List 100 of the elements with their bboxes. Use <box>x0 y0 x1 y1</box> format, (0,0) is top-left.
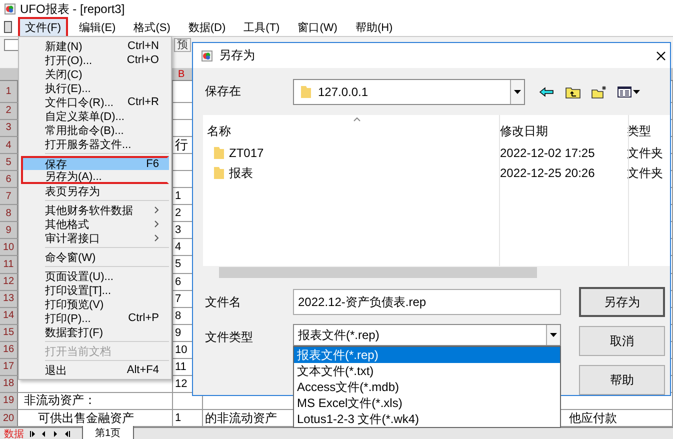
row-number: 5 <box>0 154 18 170</box>
folder-icon <box>213 166 225 180</box>
table-cell: 6 <box>175 276 182 288</box>
menu-bar-item[interactable]: 数据(D) <box>181 16 233 38</box>
row-number: 16 <box>0 342 18 358</box>
menu-bar-item[interactable]: 窗口(W) <box>290 16 344 38</box>
menu-item[interactable]: 保存 F6 <box>21 156 169 170</box>
table-cell: 3 <box>175 224 182 236</box>
file-name-field[interactable]: 2022.12-资产负债表.rep <box>293 289 561 315</box>
menu-item[interactable]: 退出 Alt+F4 <box>21 363 169 377</box>
table-cell-text: 他应付款 <box>568 410 617 426</box>
table-cell: 7 <box>175 292 182 305</box>
menu-item[interactable]: 另存为(A)... <box>21 170 169 184</box>
file-type-option[interactable]: 文本文件(*.txt) <box>294 363 560 379</box>
menu-item[interactable]: 打开(O)... Ctrl+O <box>21 53 169 67</box>
row-number: 9 <box>0 222 18 238</box>
table-cell: 4 <box>175 241 182 254</box>
column-header: B <box>177 69 186 80</box>
modified-date: 2022-12-25 20:26 <box>499 166 596 180</box>
modified-date: 2022-12-02 17:25 <box>499 146 596 160</box>
sort-caret-icon <box>353 117 361 122</box>
dialog-button[interactable]: 另存为 <box>579 287 665 317</box>
row-number: 7 <box>0 188 18 204</box>
menu-item[interactable]: 命令窗(W) <box>21 250 169 264</box>
menu-item[interactable]: 表页另存为 <box>21 184 169 198</box>
window-title: UFO报表 - [report3] <box>20 0 125 18</box>
toolbar-button[interactable]: 预 <box>174 38 191 52</box>
table-cell: 9 <box>175 326 182 339</box>
new-folder-icon[interactable] <box>591 84 607 99</box>
menu-bar-item[interactable]: 编辑(E) <box>72 16 123 38</box>
row-number: 14 <box>0 308 18 324</box>
view-menu-icon[interactable] <box>617 84 641 99</box>
menu-item[interactable]: 打印(P)... Ctrl+P <box>21 311 169 325</box>
file-type-option[interactable]: Access文件(*.mdb) <box>294 379 560 395</box>
dropdown-arrow-icon[interactable] <box>514 90 521 94</box>
folder-item[interactable]: 报表 <box>203 164 495 182</box>
table-cell: 1 <box>175 190 182 202</box>
row-number: 4 <box>0 137 18 154</box>
menu-item[interactable]: 关闭(C) <box>21 67 169 81</box>
row-number: 1 <box>0 81 18 102</box>
sheet-tab[interactable]: 第1页 <box>82 426 134 439</box>
file-type-option[interactable]: MS Excel文件(*.xls) <box>294 395 560 411</box>
row-number: 18 <box>0 376 18 392</box>
table-cell: 10 <box>175 344 188 356</box>
table-cell: 8 <box>175 310 182 322</box>
file-type-dropdown[interactable]: 报表文件(*.rep) <box>293 324 561 346</box>
menu-item[interactable]: 审计署接口 <box>21 231 169 245</box>
menu-item[interactable]: 文件口令(R)... Ctrl+R <box>21 95 169 109</box>
folder-icon <box>213 146 225 160</box>
row-number: 6 <box>0 171 18 188</box>
back-arrow-icon[interactable] <box>539 84 555 99</box>
column-header[interactable]: 修改日期 <box>495 122 623 140</box>
column-header[interactable]: 名称 <box>203 122 495 140</box>
menu-bar-item[interactable]: 帮助(H) <box>348 16 400 38</box>
folder-item[interactable]: ZT017 <box>203 146 495 160</box>
menu-item[interactable]: 常用批命令(B)... <box>21 123 169 137</box>
save-in-dropdown[interactable]: 127.0.0.1 <box>293 78 525 105</box>
row-number: 19 <box>0 392 18 409</box>
file-type-option[interactable]: 报表文件(*.rep) <box>294 347 560 363</box>
menu-bar-item[interactable]: 工具(T) <box>236 16 287 38</box>
document-icon <box>4 21 12 33</box>
menu-item[interactable]: 其他财务软件数据 <box>21 203 169 217</box>
folder-icon <box>300 84 312 99</box>
dropdown-arrow-icon[interactable] <box>550 333 557 337</box>
row-number: 12 <box>0 274 18 290</box>
file-name-label: 文件名 <box>205 294 242 311</box>
menu-item[interactable]: 其他格式 <box>21 217 169 231</box>
menu-bar-item[interactable]: 文件(F) <box>18 16 68 38</box>
dialog-title: 另存为 <box>219 47 255 64</box>
table-cell-text: 的非流动资产 <box>204 410 277 426</box>
row-number: 15 <box>0 324 18 341</box>
table-cell-text: 非流动资产： <box>23 392 96 409</box>
menu-item[interactable]: 新建(N) Ctrl+N <box>21 39 169 53</box>
row-number: 2 <box>0 102 18 119</box>
menu-item[interactable]: 页面设置(U)... <box>21 269 169 283</box>
menu-item[interactable]: 打开服务器文件... <box>21 137 169 151</box>
row-number: 8 <box>0 205 18 222</box>
row-number: 13 <box>0 290 18 307</box>
file-type-option[interactable]: Lotus1-2-3 文件(*.wk4) <box>294 411 560 427</box>
table-cell: 11 <box>175 360 186 373</box>
row-number: 11 <box>0 256 18 272</box>
menu-item[interactable]: 数据套打(F) <box>21 325 169 339</box>
menu-item[interactable]: 打印预览(V) <box>21 297 169 311</box>
file-type-label: 文件类型 <box>205 329 254 346</box>
app-icon <box>201 50 213 62</box>
row-number: 17 <box>0 358 18 375</box>
menu-item[interactable]: 自定义菜单(D)... <box>21 109 169 123</box>
save-in-label: 保存在 <box>205 83 242 100</box>
row-number: 20 <box>0 410 18 426</box>
table-cell: 12 <box>175 378 188 390</box>
menu-item[interactable]: 打印设置[T]... <box>21 283 169 297</box>
table-cell: 2 <box>175 207 182 220</box>
mode-label[interactable]: 数据 <box>0 426 28 439</box>
menu-bar-item[interactable]: 格式(S) <box>126 16 178 38</box>
dialog-button[interactable]: 取消 <box>579 326 665 356</box>
dialog-button[interactable]: 帮助 <box>579 365 665 395</box>
row-number: 3 <box>0 120 18 136</box>
close-icon[interactable] <box>656 50 666 61</box>
menu-item[interactable]: 执行(E)... <box>21 81 169 95</box>
up-folder-icon[interactable] <box>565 84 581 99</box>
